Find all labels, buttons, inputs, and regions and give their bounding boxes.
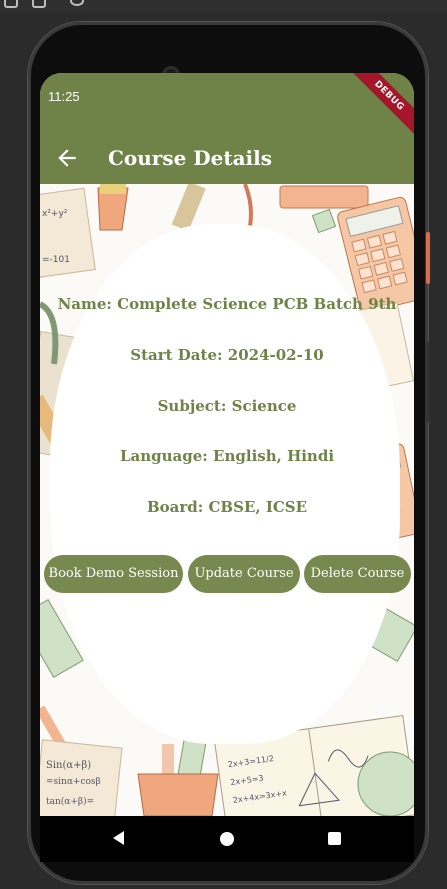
svg-text:=-101: =-101 <box>42 255 70 265</box>
svg-text:=sinα+cosβ: =sinα+cosβ <box>46 777 101 787</box>
back-button[interactable] <box>54 145 80 171</box>
nav-back-icon[interactable] <box>113 831 124 845</box>
arrow-back-icon <box>58 149 76 167</box>
course-board: Board: CBSE, ICSE <box>146 498 308 516</box>
delete-course-button[interactable]: Delete Course <box>304 555 411 593</box>
svg-text:x²+y²: x²+y² <box>42 209 68 219</box>
course-start-date: Start Date: 2024-02-10 <box>130 346 324 364</box>
emulator-rotate-icon[interactable] <box>70 0 84 6</box>
phone-power-button <box>426 232 430 284</box>
emulator-tool-icon[interactable] <box>4 0 18 8</box>
svg-text:Sin(α+β): Sin(α+β) <box>46 760 91 771</box>
system-nav-bar <box>40 816 414 862</box>
emulator-camera-icon[interactable] <box>32 0 46 8</box>
emulator-toolbar <box>0 0 447 12</box>
svg-text:tan(α+β)=: tan(α+β)= <box>46 796 94 807</box>
book-demo-button[interactable]: Book Demo Session <box>44 555 183 593</box>
nav-home-icon[interactable] <box>220 832 234 846</box>
status-time: 11:25 <box>48 89 80 104</box>
app-bar: 11:25 DEBUG Course Details <box>40 73 414 184</box>
phone-volume-button <box>426 342 430 422</box>
nav-recents-icon[interactable] <box>328 832 341 845</box>
page-title: Course Details <box>108 146 273 170</box>
course-subject: Subject: Science <box>157 397 297 415</box>
update-course-button[interactable]: Update Course <box>188 555 300 593</box>
debug-banner: DEBUG <box>343 73 414 142</box>
course-name: Name: Complete Science PCB Batch 9th <box>57 295 397 313</box>
course-language: Language: English, Hindi <box>119 447 335 465</box>
app-screen: x²+y² =-101 Sin(α+β) =sinα+cosβ tan(α+β)… <box>40 73 414 816</box>
